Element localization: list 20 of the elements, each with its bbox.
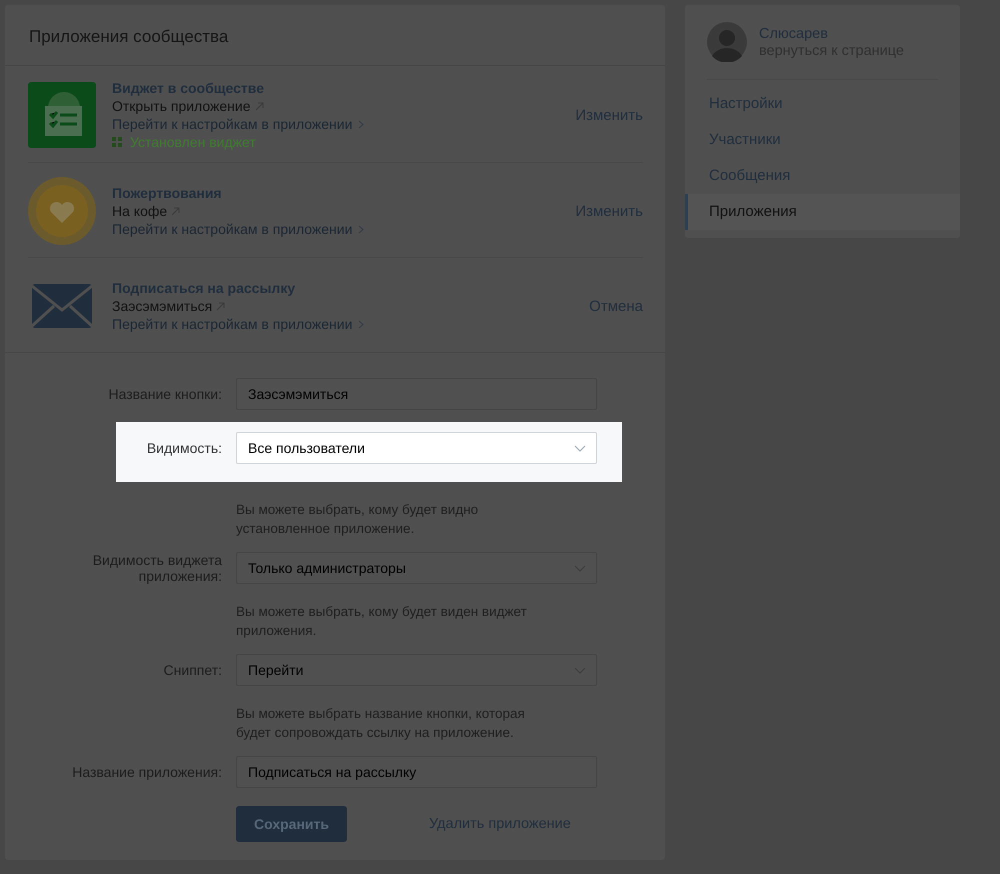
heart-coin-icon (28, 177, 96, 245)
chevron-right-icon (358, 320, 364, 329)
grid-icon (112, 137, 122, 147)
input-field[interactable]: Подписаться на рассылку (236, 756, 597, 788)
open-app-link[interactable]: Открыть приложение (112, 98, 264, 114)
widget-checklist-icon (28, 82, 96, 148)
save-button[interactable]: Сохранить (236, 806, 347, 842)
select-field[interactable]: Только администраторы (236, 552, 597, 584)
avatar[interactable] (707, 22, 747, 62)
select-field[interactable]: Перейти (236, 654, 597, 686)
page-title: Приложения сообщества (5, 5, 665, 66)
caret-icon (574, 444, 586, 452)
chevron-right-icon (358, 120, 364, 129)
open-app-link[interactable]: Заэсэмэмиться (112, 298, 226, 314)
select-field[interactable]: Все пользователи (236, 432, 597, 464)
field-label: Видимость: (146, 440, 222, 456)
sidebar-item[interactable]: Приложения (685, 194, 960, 230)
input-field[interactable]: Заэсэмэмиться (236, 378, 597, 410)
open-app-link[interactable]: На кофе (112, 203, 180, 219)
chevron-right-icon (358, 225, 364, 234)
